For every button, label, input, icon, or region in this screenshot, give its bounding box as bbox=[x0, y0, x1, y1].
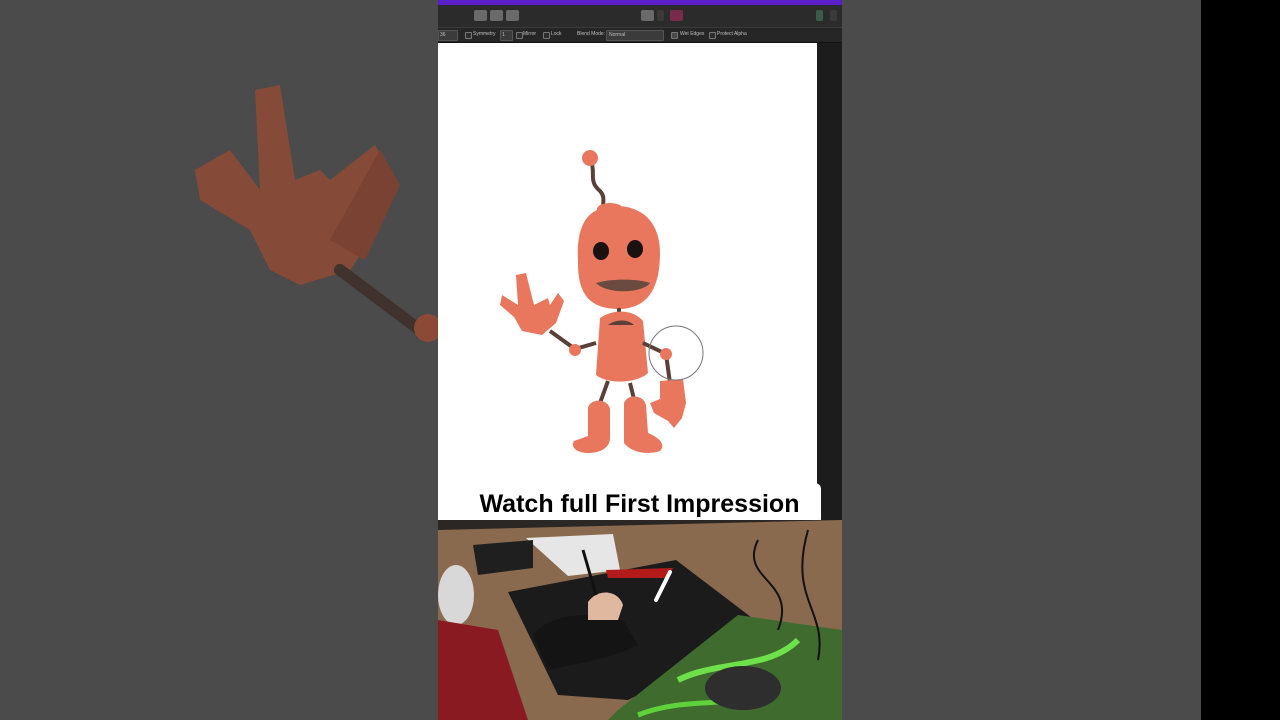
blend-mode-select[interactable]: Normal bbox=[606, 30, 664, 41]
symmetry-label: Symmetry bbox=[473, 31, 496, 37]
move-tool-icon[interactable] bbox=[474, 10, 487, 21]
context-toolbar: 36 Symmetry 1 Mirror Lock Blend Mode: No… bbox=[438, 28, 842, 43]
side-panel-strip bbox=[817, 43, 842, 523]
tablet-camera-view bbox=[438, 520, 842, 720]
mirror-label: Mirror bbox=[523, 31, 537, 37]
symmetry-field[interactable]: 1 bbox=[500, 30, 513, 41]
brush-icon[interactable] bbox=[816, 10, 823, 21]
drawing-canvas[interactable] bbox=[438, 43, 817, 523]
app-window: 36 Symmetry 1 Mirror Lock Blend Mode: No… bbox=[438, 0, 842, 720]
brush-cursor bbox=[648, 325, 704, 381]
blend-mode-label: Blend Mode: bbox=[577, 31, 606, 37]
selection-tool-icon[interactable] bbox=[490, 10, 503, 21]
robot-illustration bbox=[500, 150, 704, 453]
top-toolbar bbox=[438, 5, 842, 28]
protect-alpha-label: Protect Alpha bbox=[717, 31, 747, 37]
transform-tool-icon[interactable] bbox=[506, 10, 519, 21]
protect-alpha-checkbox[interactable] bbox=[709, 32, 716, 39]
black-edge bbox=[1201, 0, 1280, 720]
lock-label: Lock bbox=[551, 31, 562, 37]
mirror-checkbox[interactable] bbox=[516, 32, 523, 39]
screen: 36 Symmetry 1 Mirror Lock Blend Mode: No… bbox=[0, 0, 1280, 720]
lock-checkbox[interactable] bbox=[543, 32, 550, 39]
layers-icon[interactable] bbox=[641, 10, 654, 21]
wet-edges-label: Wet Edges bbox=[680, 31, 705, 37]
blurred-background-right bbox=[842, 0, 1201, 720]
symmetry-checkbox[interactable] bbox=[465, 32, 472, 39]
size-field[interactable]: 36 bbox=[438, 30, 458, 41]
separator bbox=[657, 10, 664, 21]
eraser-icon[interactable] bbox=[830, 10, 837, 21]
background-hand-illustration bbox=[195, 85, 440, 342]
color-icon[interactable] bbox=[670, 10, 683, 21]
wet-edges-checkbox[interactable] bbox=[671, 32, 678, 39]
caption-box: Watch full First Impression bbox=[458, 483, 821, 525]
caption-text: Watch full First Impression bbox=[479, 490, 800, 518]
tablet-photo bbox=[438, 520, 842, 720]
